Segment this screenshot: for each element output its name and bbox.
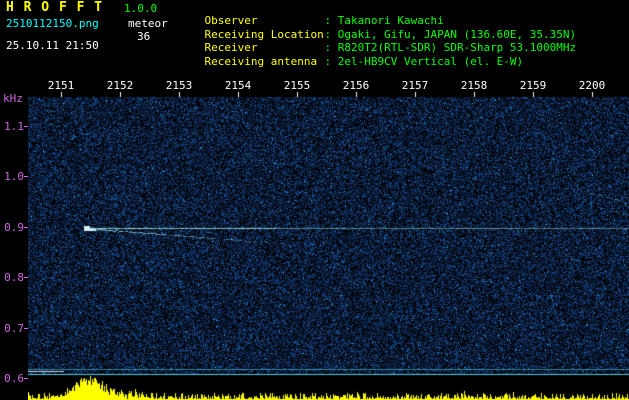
freq-tick-mark (24, 176, 28, 177)
app-title: H R O F F T (6, 0, 104, 15)
time-tick-label: 2158 (460, 79, 488, 92)
time-tick-label: 2159 (519, 79, 547, 92)
freq-axis-unit-label: kHz (3, 92, 23, 105)
spectrogram-canvas (28, 80, 629, 400)
freq-tick-mark (24, 378, 28, 379)
freq-tick-label: 1.1 (4, 120, 24, 133)
freq-tick-label: 0.9 (4, 221, 24, 234)
freq-tick-mark (24, 277, 28, 278)
time-tick-label: 2154 (224, 79, 252, 92)
freq-tick-label: 0.7 (4, 322, 24, 335)
hrofft-screenshot: H R O F F T 1.0.0 2510112150.png meteor … (0, 0, 629, 400)
time-tick-label: 2155 (283, 79, 311, 92)
freq-tick-label: 0.8 (4, 271, 24, 284)
time-tick-label: 2200 (578, 79, 606, 92)
time-tick-label: 2152 (106, 79, 134, 92)
observation-timestamp: 25.10.11 21:50 (6, 39, 99, 52)
freq-tick-mark (24, 227, 28, 228)
time-tick-label: 2151 (47, 79, 75, 92)
freq-tick-label: 1.0 (4, 170, 24, 183)
freq-tick-label: 0.6 (4, 372, 24, 385)
freq-tick-mark (24, 328, 28, 329)
time-tick-label: 2153 (165, 79, 193, 92)
time-tick-label: 2157 (401, 79, 429, 92)
output-filename: 2510112150.png (6, 17, 99, 30)
info-row-antenna: Receiving antenna : 2el-HB9CV Vertical (e… (178, 44, 524, 80)
info-value: : 2el-HB9CV Vertical (el. E-W) (324, 55, 524, 68)
time-tick-label: 2156 (342, 79, 370, 92)
echo-count: 36 (137, 30, 151, 43)
observation-mode: meteor (128, 17, 168, 30)
app-version: 1.0.0 (124, 2, 158, 15)
info-label: Receiving antenna (204, 55, 318, 68)
freq-tick-mark (24, 126, 28, 127)
